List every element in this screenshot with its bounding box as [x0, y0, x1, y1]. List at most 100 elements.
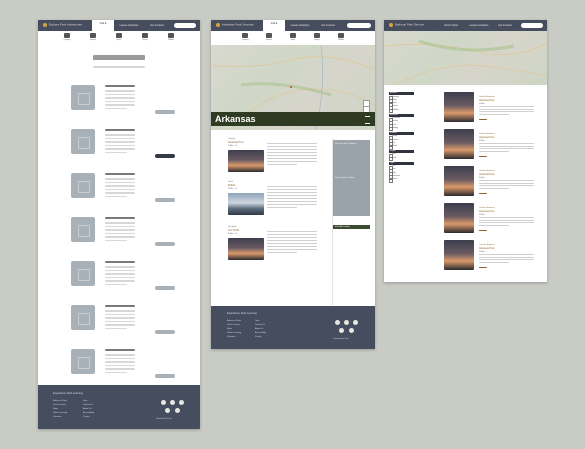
result-link[interactable]: [479, 193, 487, 194]
filter-option[interactable]: South: [389, 157, 414, 162]
footer-link[interactable]: Visitor Centers: [227, 324, 240, 326]
footer-link[interactable]: Maps: [227, 328, 232, 330]
footer-link[interactable]: About Us: [255, 328, 263, 330]
result-link[interactable]: [479, 267, 487, 268]
result-title[interactable]: Arkansas Post: [479, 99, 494, 102]
placeholder-button[interactable]: [155, 198, 175, 202]
footer-link[interactable]: Contact Us: [83, 404, 93, 406]
map-roads: [384, 31, 547, 85]
filter-option[interactable]: Paddling: [389, 109, 414, 114]
placeholder-text-line: [105, 269, 135, 271]
search-input[interactable]: [521, 23, 543, 28]
result-photo[interactable]: [444, 240, 474, 270]
twitter-icon[interactable]: [170, 400, 175, 405]
show-all-button[interactable]: Show All Locations: [333, 225, 370, 229]
result-link[interactable]: [479, 119, 487, 120]
category-maps[interactable]: Maps: [112, 33, 126, 49]
article-text-line: [267, 155, 317, 156]
youtube-icon[interactable]: [339, 328, 344, 333]
footer-link[interactable]: Visitor Centers: [53, 404, 66, 406]
footer-link[interactable]: Jobs: [83, 400, 87, 402]
footer-link[interactable]: Accessibility: [255, 332, 266, 334]
facebook-icon[interactable]: [161, 400, 166, 405]
result-photo[interactable]: [444, 166, 474, 196]
footer-link[interactable]: Privacy: [255, 336, 262, 338]
nav-item-leisure[interactable]: Leisure & Explore: [466, 20, 492, 31]
menu-icon[interactable]: [365, 116, 370, 124]
brand[interactable]: Arkansas Park Services: [216, 23, 254, 27]
footer-link[interactable]: Accessibility: [83, 412, 94, 414]
result-text-line: [479, 256, 534, 258]
filter-option[interactable]: Lodging: [389, 126, 414, 132]
category-wildlife[interactable]: Wildlife: [164, 33, 178, 49]
result-photo[interactable]: [444, 203, 474, 233]
category-explore[interactable]: Explore: [86, 33, 100, 49]
twitter-icon[interactable]: [344, 320, 349, 325]
placeholder-button[interactable]: [155, 286, 175, 290]
result-text-line: [479, 150, 509, 152]
footer-link[interactable]: Volunteer: [227, 336, 235, 338]
article-photo[interactable]: [228, 238, 264, 260]
category-hiking[interactable]: Hiking: [138, 33, 152, 49]
search-input[interactable]: [174, 23, 196, 28]
footer-link[interactable]: Jobs: [255, 320, 259, 322]
facebook-icon[interactable]: [335, 320, 340, 325]
email-icon[interactable]: [349, 328, 354, 333]
result-title[interactable]: Arkansas Post: [479, 173, 494, 176]
brand[interactable]: National Park Service: [389, 23, 424, 27]
nav-item-leisure[interactable]: Leisure & Explore: [287, 20, 313, 31]
result-meta: 5 Miles: [479, 140, 485, 142]
article-title[interactable]: Fort Smith: [228, 229, 239, 232]
footer-link[interactable]: About Us: [83, 408, 91, 410]
brand[interactable]: Explore Park Adventures: [43, 23, 82, 27]
placeholder-button[interactable]: [155, 242, 175, 246]
filter-option[interactable]: Winter: [389, 145, 414, 150]
instagram-icon[interactable]: [353, 320, 358, 325]
nav-item-visit[interactable]: Visit & Travel: [438, 20, 464, 31]
nav-item-involved[interactable]: Get Involved: [315, 20, 341, 31]
result-link[interactable]: [479, 230, 487, 231]
nav-item-involved[interactable]: Get Involved: [494, 20, 516, 31]
search-input[interactable]: [347, 23, 371, 28]
result-text-line: [479, 222, 534, 223]
nav-item-leisure[interactable]: Leisure & Explore: [116, 20, 142, 31]
footer-link[interactable]: Online Learning: [227, 332, 241, 334]
placeholder-text-line: [105, 93, 135, 95]
footer-link[interactable]: Maps: [53, 408, 58, 410]
placeholder-button[interactable]: [155, 110, 175, 114]
instagram-icon[interactable]: [179, 400, 184, 405]
placeholder-thumbnail: [71, 217, 95, 242]
nav-item-involved[interactable]: Get Involved: [144, 20, 170, 31]
result-title[interactable]: Arkansas Post: [479, 247, 494, 250]
wireframe-panel: Explore Park Adventures Visit & Leisure …: [38, 20, 200, 429]
result-text-line: [479, 259, 534, 260]
sidebar-subtitle: Stay Curious Today: [335, 177, 354, 179]
footer-link[interactable]: Arkansas Parks: [53, 400, 67, 402]
result-photo[interactable]: [444, 92, 474, 122]
top-nav: National Park Service Visit & Travel Lei…: [384, 20, 547, 31]
footer-link[interactable]: Contact Us: [255, 324, 265, 326]
placeholder-text-line: [105, 192, 135, 194]
placeholder-button[interactable]: [155, 374, 175, 378]
filter-option[interactable]: Forest: [389, 178, 414, 183]
article-title[interactable]: Arkansas Post: [228, 141, 243, 144]
result-photo[interactable]: [444, 129, 474, 159]
footer-link[interactable]: Volunteer: [53, 416, 61, 418]
placeholder-thumbnail: [71, 173, 95, 198]
results-map[interactable]: [384, 31, 547, 85]
result-title[interactable]: Arkansas Post: [479, 136, 494, 139]
article-photo[interactable]: [228, 193, 264, 215]
result-link[interactable]: [479, 156, 487, 157]
footer-link[interactable]: Arkansas Parks: [227, 320, 241, 322]
filter-option-label: Lodging: [392, 126, 399, 129]
article-photo[interactable]: [228, 150, 264, 172]
email-icon[interactable]: [175, 408, 180, 413]
placeholder-button[interactable]: [155, 330, 175, 334]
footer-link[interactable]: Privacy: [83, 416, 90, 418]
article-title[interactable]: Buffalo: [228, 184, 235, 187]
result-title[interactable]: Arkansas Post: [479, 210, 494, 213]
youtube-icon[interactable]: [165, 408, 170, 413]
footer-link[interactable]: Online Learning: [53, 412, 67, 414]
category-camping[interactable]: Camping: [60, 33, 74, 49]
placeholder-button[interactable]: [155, 154, 175, 158]
